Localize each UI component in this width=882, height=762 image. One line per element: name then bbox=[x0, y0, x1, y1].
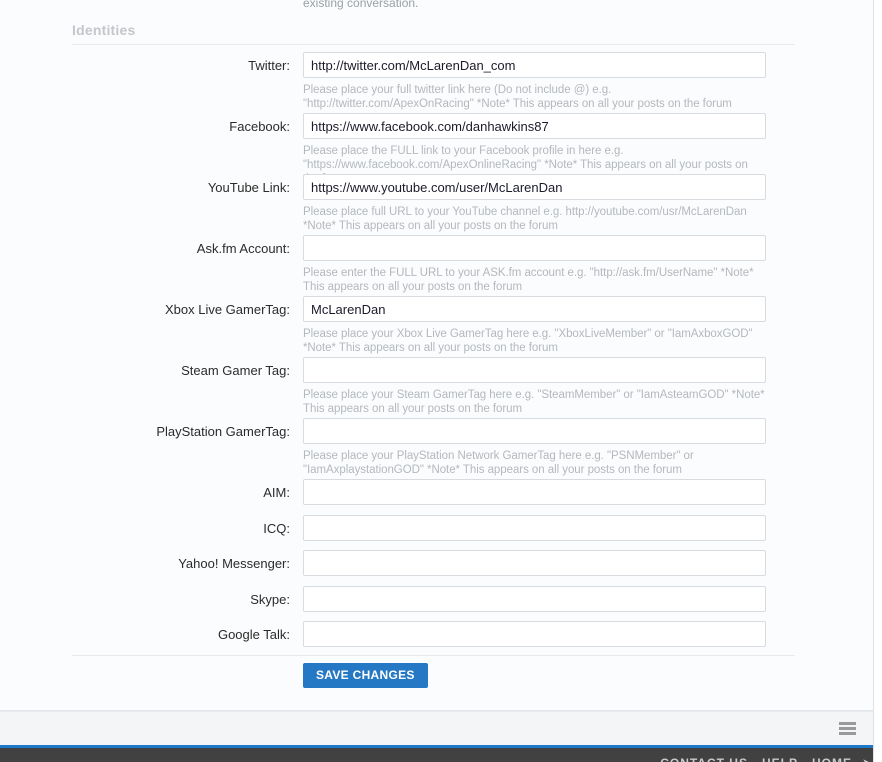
help-text-youtube: Please place full URL to your YouTube ch… bbox=[303, 206, 747, 232]
playstation-gamertag-input[interactable] bbox=[303, 418, 766, 444]
field-wrapper-twitter bbox=[303, 52, 766, 78]
form-row-yahoo-messenger: Yahoo! Messenger: bbox=[0, 550, 873, 578]
form-control-google-talk: Google Talk: bbox=[0, 621, 873, 649]
form-control-xbox-live-gamertag: Xbox Live GamerTag: bbox=[0, 296, 873, 324]
label-xbox-live-gamertag: Xbox Live GamerTag: bbox=[164, 302, 290, 317]
field-wrapper-steam-gamer-tag bbox=[303, 357, 766, 383]
page-container: existing conversation. Identities Twitte… bbox=[0, 0, 874, 762]
form-row-steam-gamer-tag: Steam Gamer Tag: Please place your Steam … bbox=[0, 357, 873, 415]
field-wrapper-aim bbox=[303, 479, 766, 505]
form-control-aim: AIM: bbox=[0, 479, 873, 507]
label-facebook: Facebook: bbox=[229, 119, 290, 134]
identities-section-header: Identities bbox=[72, 22, 795, 45]
field-wrapper-facebook bbox=[303, 113, 766, 139]
yahoo-messenger-input[interactable] bbox=[303, 550, 766, 577]
site-footer: CONTACT US HELP HOME ➤ bbox=[0, 748, 873, 762]
field-wrapper-xbox-live-gamertag bbox=[303, 296, 766, 322]
hamburger-icon[interactable] bbox=[839, 722, 856, 735]
hamburger-line bbox=[839, 732, 856, 735]
form-control-icq: ICQ: bbox=[0, 514, 873, 543]
help-text-steam-gamer-tag: Please place your Steam GamerTag here e.… bbox=[303, 389, 765, 415]
label-aim: AIM: bbox=[263, 485, 290, 500]
google-talk-input[interactable] bbox=[303, 621, 766, 648]
label-skype: Skype: bbox=[250, 591, 290, 607]
form-control-youtube: YouTube Link: bbox=[0, 174, 873, 202]
save-changes-button[interactable]: SAVE CHANGES bbox=[303, 663, 428, 688]
label-askfm: Ask.fm Account: bbox=[196, 241, 290, 256]
submit-divider bbox=[72, 655, 795, 656]
form-row-facebook: Facebook:Please place the FULL link to y… bbox=[0, 113, 873, 185]
field-wrapper-askfm bbox=[303, 235, 766, 261]
field-wrapper-yahoo-messenger bbox=[303, 550, 766, 577]
form-control-facebook: Facebook: bbox=[0, 113, 873, 141]
form-row-twitter: Twitter: Please place your full twitter l… bbox=[0, 52, 873, 110]
youtube-input[interactable] bbox=[303, 174, 766, 200]
help-text-xbox-live-gamertag: Please place your Xbox Live GamerTag her… bbox=[303, 328, 753, 354]
hamburger-line bbox=[839, 722, 856, 725]
label-google-talk: Google Talk: bbox=[217, 627, 290, 643]
field-wrapper-skype bbox=[303, 585, 766, 612]
help-text-twitter: Please place your full twitter link here… bbox=[303, 84, 732, 110]
skype-input[interactable] bbox=[303, 585, 766, 612]
form-row-youtube: YouTube Link: Please place full URL to yo… bbox=[0, 174, 873, 232]
form-row-icq: ICQ: bbox=[0, 514, 873, 543]
twitter-input[interactable] bbox=[303, 52, 766, 78]
label-icq: ICQ: bbox=[263, 520, 290, 536]
truncated-previous-help-text: existing conversation. bbox=[303, 0, 419, 10]
hamburger-line bbox=[839, 727, 856, 730]
form-control-yahoo-messenger: Yahoo! Messenger: bbox=[0, 550, 873, 578]
help-text-askfm: Please enter the FULL URL to your ASK.fm… bbox=[303, 267, 754, 293]
scroll-to-top-arrow-icon[interactable]: ➤ bbox=[862, 756, 872, 762]
footer-link[interactable]: CONTACT US bbox=[660, 756, 748, 762]
field-wrapper-google-talk bbox=[303, 621, 766, 648]
icq-input[interactable] bbox=[303, 514, 766, 541]
label-youtube: YouTube Link: bbox=[207, 180, 290, 195]
footer-link[interactable]: HELP bbox=[762, 756, 798, 762]
form-control-playstation-gamertag: PlayStation GamerTag: bbox=[0, 418, 873, 446]
form-row-skype: Skype: bbox=[0, 585, 873, 614]
askfm-input[interactable] bbox=[303, 235, 766, 261]
footer-links: CONTACT US HELP HOME bbox=[646, 756, 852, 762]
form-control-steam-gamer-tag: Steam Gamer Tag: bbox=[0, 357, 873, 385]
field-wrapper-playstation-gamertag bbox=[303, 418, 766, 444]
form-control-askfm: Ask.fm Account: bbox=[0, 235, 873, 263]
facebook-input[interactable] bbox=[303, 113, 766, 139]
right-gutter bbox=[875, 0, 882, 762]
form-row-playstation-gamertag: PlayStation GamerTag: Please place your P… bbox=[0, 418, 873, 476]
form-row-askfm: Ask.fm Account: Please enter the FULL URL… bbox=[0, 235, 873, 293]
xbox-live-gamertag-input[interactable] bbox=[303, 296, 766, 322]
form-control-twitter: Twitter: bbox=[0, 52, 873, 80]
label-steam-gamer-tag: Steam Gamer Tag: bbox=[181, 363, 290, 378]
label-playstation-gamertag: PlayStation GamerTag: bbox=[156, 424, 290, 439]
label-twitter: Twitter: bbox=[248, 58, 290, 73]
utility-bar bbox=[0, 711, 873, 745]
steam-gamer-tag-input[interactable] bbox=[303, 357, 766, 383]
form-row-xbox-live-gamertag: Xbox Live GamerTag: Please place your Xbo… bbox=[0, 296, 873, 354]
aim-input[interactable] bbox=[303, 479, 766, 505]
field-wrapper-icq bbox=[303, 514, 766, 541]
help-text-playstation-gamertag: Please place your PlayStation Network Ga… bbox=[303, 450, 694, 476]
field-wrapper-youtube bbox=[303, 174, 766, 200]
form-row-google-talk: Google Talk: bbox=[0, 621, 873, 649]
form-row-aim: AIM: bbox=[0, 479, 873, 507]
form-control-skype: Skype: bbox=[0, 585, 873, 614]
page-title: Identities bbox=[72, 22, 136, 38]
footer-link[interactable]: HOME bbox=[812, 756, 852, 762]
label-yahoo-messenger: Yahoo! Messenger: bbox=[178, 556, 290, 572]
